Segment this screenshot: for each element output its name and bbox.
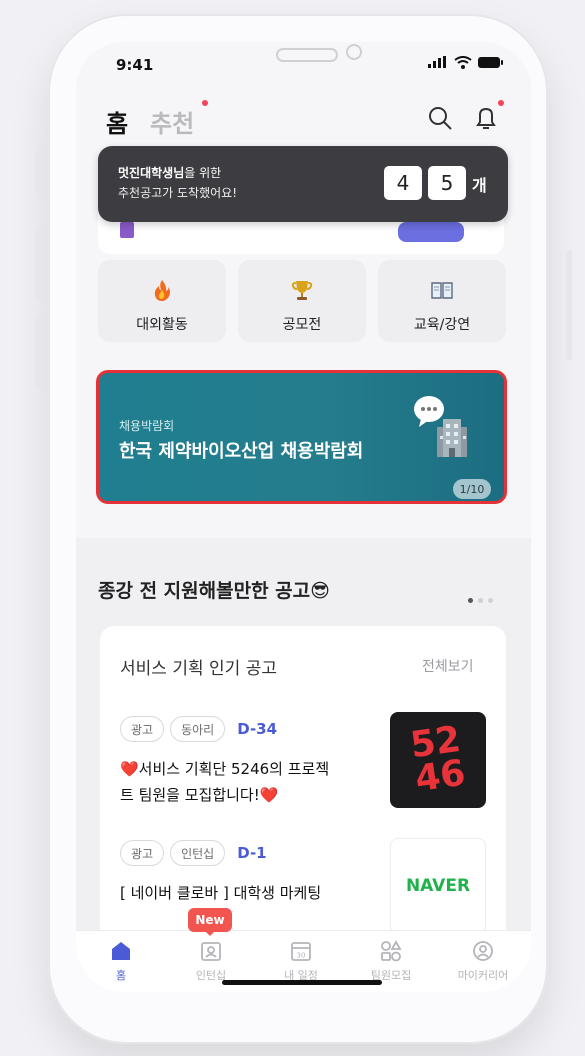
category-label: 교육/강연 xyxy=(413,317,471,333)
recommend-tooltip[interactable]: 멋진대학생님을 위한 추천공고가 도착했어요! 4 5 개 xyxy=(98,146,508,222)
app-screen: 9:41 홈 추천 멋진대학생님을 위한 추천공고가 도착했어요! 4 5 개 … xyxy=(76,42,531,992)
id-badge-icon xyxy=(201,942,221,961)
category-label: 대외활동 xyxy=(136,317,188,333)
recommend-card-icon xyxy=(120,222,134,238)
category-education[interactable]: 교육/강연 xyxy=(378,260,506,342)
tag-chip: 인턴십 xyxy=(170,840,226,866)
tag-chip: 광고 xyxy=(120,840,165,866)
calendar-icon-text: 30 xyxy=(297,952,306,960)
fire-icon xyxy=(154,280,170,301)
battery-icon xyxy=(478,56,503,68)
job-item[interactable]: 광고 동아리 D-34 ❤️서비스 기획단 5246의 프로젝 트 팀원을 모집… xyxy=(100,712,506,826)
phone-power-button xyxy=(566,250,572,360)
card-title: 서비스 기획 인기 공고 xyxy=(120,659,277,679)
see-all-link[interactable]: 전체보기 xyxy=(422,656,474,676)
tag-chip: 광고 xyxy=(120,716,165,742)
building-chat-icon xyxy=(414,396,467,457)
tab-recommend[interactable]: 추천 xyxy=(150,104,194,139)
home-indicator xyxy=(222,980,382,985)
recommend-new-dot xyxy=(202,100,208,106)
trophy-icon xyxy=(291,281,313,300)
category-label: 공모전 xyxy=(282,317,322,333)
nav-home[interactable]: 홈 xyxy=(86,939,156,983)
tab-home[interactable]: 홈 xyxy=(106,104,128,139)
category-contest[interactable]: 공모전 xyxy=(238,260,366,342)
shapes-icon xyxy=(381,940,402,962)
dday-label: D-1 xyxy=(237,844,267,862)
job-fair-banner[interactable]: 채용박람회 한국 제약바이오산업 채용박람회 1/10 xyxy=(96,370,507,504)
tooltip-count-digit: 4 xyxy=(384,166,422,200)
new-badge-pointer xyxy=(205,931,215,936)
carousel-dot xyxy=(488,598,493,603)
tooltip-line2: 추천공고가 도착했어요! xyxy=(118,186,238,200)
new-badge: New xyxy=(188,908,232,932)
wifi-icon xyxy=(454,55,472,69)
job-title: ❤️서비스 기획단 5246의 프로젝 트 팀원을 모집합니다!❤️ xyxy=(120,760,330,804)
job-tags: 광고 인턴십 D-1 xyxy=(120,840,267,866)
speaker-grille xyxy=(276,48,338,62)
banner-subtitle: 채용박람회 xyxy=(119,419,175,433)
tooltip-line1: 멋진대학생님을 위한 xyxy=(118,166,222,180)
tooltip-count-digit: 5 xyxy=(428,166,466,200)
book-icon xyxy=(431,282,453,299)
banner-title: 한국 제약바이오산업 채용박람회 xyxy=(119,441,364,462)
job-thumbnail: 52 46 xyxy=(390,712,486,808)
profile-icon xyxy=(473,941,493,961)
recommend-card-button[interactable] xyxy=(398,222,464,242)
job-thumbnail: NAVER xyxy=(390,838,486,934)
home-icon xyxy=(112,942,130,960)
nav-label: 마이커리어 xyxy=(457,969,509,982)
banner-pager: 1/10 xyxy=(453,479,491,499)
phone-mute-switch xyxy=(36,150,42,194)
notification-dot xyxy=(498,100,504,106)
category-activity[interactable]: 대외활동 xyxy=(98,260,226,342)
carousel-dot xyxy=(478,598,483,603)
tag-chip: 동아리 xyxy=(170,716,226,742)
bell-icon[interactable] xyxy=(472,104,500,132)
calendar-icon: 30 xyxy=(291,942,311,961)
nav-mycareer[interactable]: 마이커리어 xyxy=(448,939,518,983)
carousel-dots xyxy=(468,598,493,603)
job-title: [ 네이버 클로바 ] 대학생 마케팅 xyxy=(120,884,322,902)
job-tags: 광고 동아리 D-34 xyxy=(120,716,277,742)
dday-label: D-34 xyxy=(237,720,278,738)
naver-logo: NAVER xyxy=(405,876,471,896)
signal-icon xyxy=(428,56,446,68)
section-title: 종강 전 지원해볼만한 공고😎 xyxy=(98,580,330,602)
carousel-dot-active xyxy=(468,598,473,603)
phone-volume-down xyxy=(36,314,42,388)
nav-schedule[interactable]: 30 내 일정 xyxy=(266,939,336,983)
phone-volume-up xyxy=(36,226,42,300)
nav-internship[interactable]: 인턴십 xyxy=(176,939,246,983)
nav-team[interactable]: 팀원모집 xyxy=(356,939,426,983)
status-time: 9:41 xyxy=(116,56,154,74)
tooltip-count-unit: 개 xyxy=(472,176,487,195)
search-icon[interactable] xyxy=(426,104,454,132)
status-icons xyxy=(428,54,518,70)
front-camera xyxy=(346,44,362,60)
nav-label: 홈 xyxy=(115,969,127,982)
thumbnail-text: 52 46 xyxy=(407,718,468,801)
